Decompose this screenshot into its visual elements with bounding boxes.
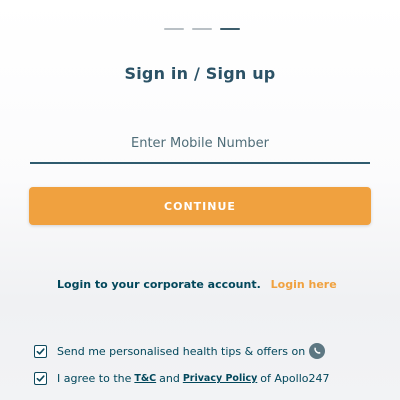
corporate-login-line: Login to your corporate account. Login h… bbox=[57, 278, 337, 291]
terms-suffix: of Apollo247 bbox=[260, 372, 330, 385]
health-tips-checkbox[interactable] bbox=[34, 344, 47, 358]
privacy-policy-link[interactable]: Privacy Policy bbox=[183, 373, 257, 384]
terms-and: and bbox=[159, 372, 180, 385]
terms-checkbox[interactable] bbox=[34, 372, 47, 385]
progress-step-2 bbox=[192, 28, 212, 30]
tnc-link[interactable]: T&C bbox=[134, 373, 156, 384]
terms-consent: I agree to the T&C and Privacy Policy of… bbox=[34, 372, 329, 385]
continue-button[interactable]: CONTINUE bbox=[29, 187, 371, 225]
health-tips-consent: Send me personalised health tips & offer… bbox=[34, 343, 326, 359]
health-tips-label: Send me personalised health tips & offer… bbox=[57, 344, 306, 358]
progress-step-1 bbox=[164, 28, 184, 30]
terms-prefix: I agree to the bbox=[57, 372, 132, 385]
check-icon bbox=[36, 375, 45, 382]
corporate-login-text: Login to your corporate account. bbox=[57, 278, 261, 291]
check-icon bbox=[36, 347, 45, 355]
whatsapp-icon bbox=[309, 343, 326, 359]
step-progress-indicator bbox=[164, 28, 240, 30]
page-title: Sign in / Sign up bbox=[124, 64, 276, 83]
mobile-number-input[interactable] bbox=[30, 124, 370, 164]
progress-step-3-active bbox=[220, 28, 240, 30]
corporate-login-link[interactable]: Login here bbox=[271, 278, 337, 291]
